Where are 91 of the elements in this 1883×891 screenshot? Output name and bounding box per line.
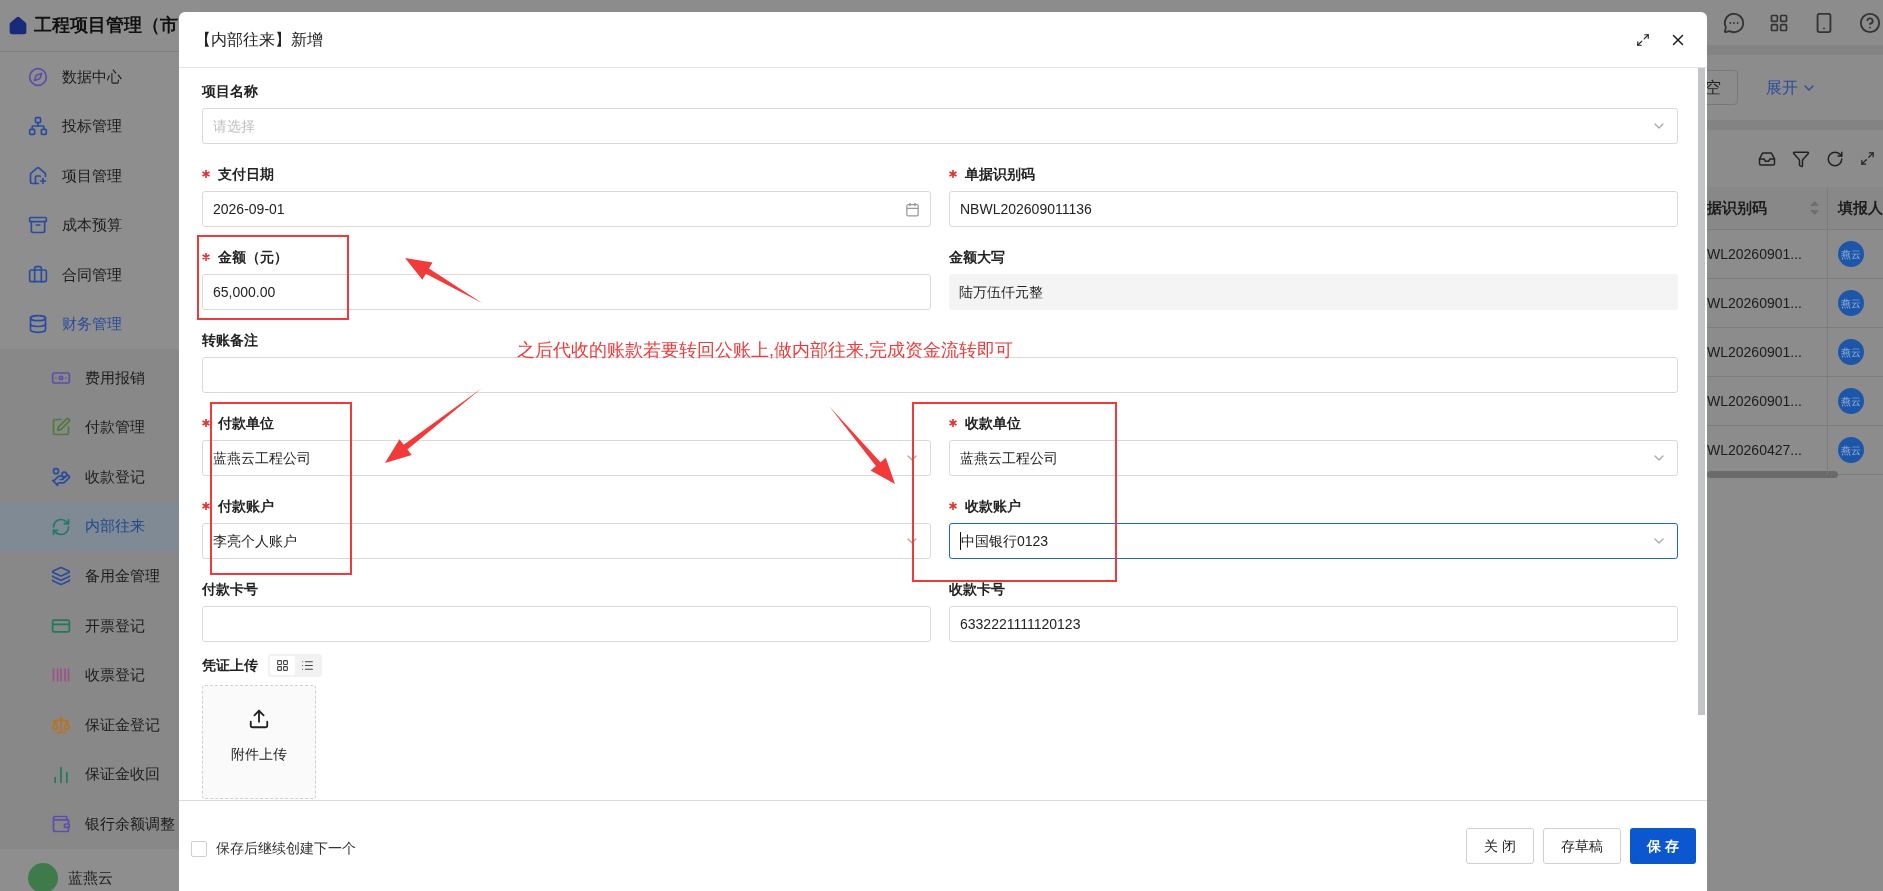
layers-icon bbox=[51, 566, 71, 587]
sidebar-item[interactable]: 合同管理 bbox=[0, 250, 200, 300]
sidebar-subitem[interactable]: 收款登记 bbox=[0, 452, 200, 502]
field-label: 收款卡号 bbox=[949, 579, 1005, 599]
coins-icon bbox=[28, 314, 48, 335]
hand-coin-icon bbox=[51, 467, 71, 487]
sidebar-item[interactable]: 数据中心 bbox=[0, 52, 200, 102]
refresh-icon[interactable] bbox=[1826, 149, 1844, 168]
sidebar-item[interactable]: 成本预算 bbox=[0, 200, 200, 250]
sidebar-subitem[interactable]: 保证金登记 bbox=[0, 700, 200, 750]
select-field[interactable]: 李亮个人账户 bbox=[202, 523, 931, 559]
horizontal-scrollbar[interactable] bbox=[1707, 471, 1838, 478]
field-label: 支付日期 bbox=[218, 164, 274, 184]
select-field[interactable]: 中国银行0123 bbox=[949, 523, 1678, 559]
fullscreen-icon[interactable] bbox=[1860, 151, 1875, 166]
sidebar-subitem[interactable]: 备用金管理 bbox=[0, 551, 200, 601]
upload-icon bbox=[248, 708, 270, 730]
select-field[interactable]: 蓝燕云工程公司 bbox=[202, 440, 931, 476]
scale-icon bbox=[51, 714, 71, 735]
wallet-icon bbox=[51, 814, 71, 835]
sidebar-subitem[interactable]: 费用报销 bbox=[0, 353, 200, 403]
field-label: 项目名称 bbox=[202, 81, 258, 101]
field-label: 收款账户 bbox=[965, 496, 1021, 516]
app-title: 工程项目管理（市 bbox=[34, 14, 178, 37]
user-avatar: 燕云 bbox=[1838, 290, 1864, 316]
column-header: 据识别码 bbox=[1707, 197, 1767, 218]
field-label: 付款单位 bbox=[218, 413, 274, 433]
user-avatar: 燕云 bbox=[1838, 437, 1864, 463]
column-header: 填报人 bbox=[1838, 197, 1883, 218]
list-icon bbox=[301, 658, 314, 672]
sidebar-subitem[interactable]: 付款管理 bbox=[0, 402, 200, 453]
date-field[interactable]: 2026-09-01 bbox=[202, 191, 931, 227]
avatar bbox=[28, 862, 58, 891]
user-avatar: 燕云 bbox=[1838, 339, 1864, 365]
inbox-icon[interactable] bbox=[1758, 149, 1776, 168]
upload-button[interactable]: 附件上传 bbox=[202, 685, 316, 799]
table-cell-text: WL20260901... bbox=[1707, 293, 1802, 313]
save-button[interactable]: 保 存 bbox=[1630, 828, 1696, 864]
grid-icon bbox=[276, 658, 289, 672]
input-field[interactable]: 6332221111120123 bbox=[949, 606, 1678, 642]
select-field[interactable]: 蓝燕云工程公司 bbox=[949, 440, 1678, 476]
field-label: 转账备注 bbox=[202, 330, 258, 350]
annotation-text: 之后代收的账款若要转回公账上,做内部往来,完成资金流转即可 bbox=[517, 339, 1013, 362]
briefcase-icon bbox=[28, 264, 48, 285]
text-cursor bbox=[960, 532, 961, 550]
refresh-icon bbox=[51, 516, 71, 537]
sidebar-subitem[interactable]: 收票登记 bbox=[0, 650, 200, 701]
home-icon bbox=[8, 15, 28, 36]
house-icon bbox=[28, 165, 48, 186]
input-field[interactable]: 65,000.00 bbox=[202, 274, 931, 310]
dialog-button[interactable]: 关 闭 bbox=[1466, 828, 1535, 864]
grid-view-button[interactable] bbox=[270, 655, 295, 675]
input-field[interactable] bbox=[202, 357, 1678, 393]
dialog-title: 【内部往来】新增 bbox=[195, 29, 323, 50]
sidebar-subitem[interactable]: 开票登记 bbox=[0, 600, 200, 651]
calendar-icon bbox=[905, 201, 920, 217]
sidebar-item[interactable]: 项目管理 bbox=[0, 151, 200, 201]
user-avatar: 燕云 bbox=[1838, 241, 1864, 267]
field-label: 付款账户 bbox=[218, 496, 274, 516]
sidebar-item[interactable]: 投标管理 bbox=[0, 101, 200, 151]
readonly-field: 陆万伍仟元整 bbox=[949, 274, 1678, 310]
table-cell-text: WL20260427... bbox=[1707, 440, 1802, 460]
pen-icon bbox=[51, 417, 71, 438]
input-field[interactable]: NBWL202609011136 bbox=[949, 191, 1678, 227]
maximize-icon[interactable] bbox=[1636, 32, 1650, 47]
box-icon bbox=[28, 215, 48, 236]
dialog-button[interactable]: 存草稿 bbox=[1543, 828, 1622, 864]
checkbox[interactable] bbox=[191, 840, 207, 857]
field-label: 单据识别码 bbox=[965, 164, 1035, 184]
field-label: 金额（元） bbox=[218, 247, 288, 267]
help-icon[interactable] bbox=[1859, 11, 1881, 34]
input-field[interactable] bbox=[202, 606, 931, 642]
checkbox-label: 保存后继续创建下一个 bbox=[216, 839, 356, 858]
sidebar-subitem[interactable]: 银行余额调整 bbox=[0, 799, 200, 849]
filter-icon[interactable] bbox=[1792, 149, 1810, 168]
table-cell-text: WL20260901... bbox=[1707, 391, 1802, 411]
user-name: 蓝燕云 bbox=[68, 867, 113, 888]
user-avatar: 燕云 bbox=[1838, 388, 1864, 414]
network-icon bbox=[28, 116, 48, 137]
vertical-scrollbar[interactable] bbox=[1698, 68, 1705, 715]
field-label: 凭证上传 bbox=[202, 655, 258, 675]
chat-icon[interactable] bbox=[1723, 11, 1745, 34]
table-cell-text: WL20260901... bbox=[1707, 342, 1802, 362]
table-cell-text: WL20260901... bbox=[1707, 244, 1802, 264]
field-label: 付款卡号 bbox=[202, 579, 258, 599]
field-label: 金额大写 bbox=[949, 247, 1005, 267]
bar-chart-icon bbox=[51, 764, 71, 785]
field-label: 收款单位 bbox=[965, 413, 1021, 433]
compass-icon bbox=[28, 66, 48, 87]
sidebar-subitem[interactable]: 保证金收回 bbox=[0, 749, 200, 800]
grid-icon[interactable] bbox=[1769, 12, 1789, 33]
